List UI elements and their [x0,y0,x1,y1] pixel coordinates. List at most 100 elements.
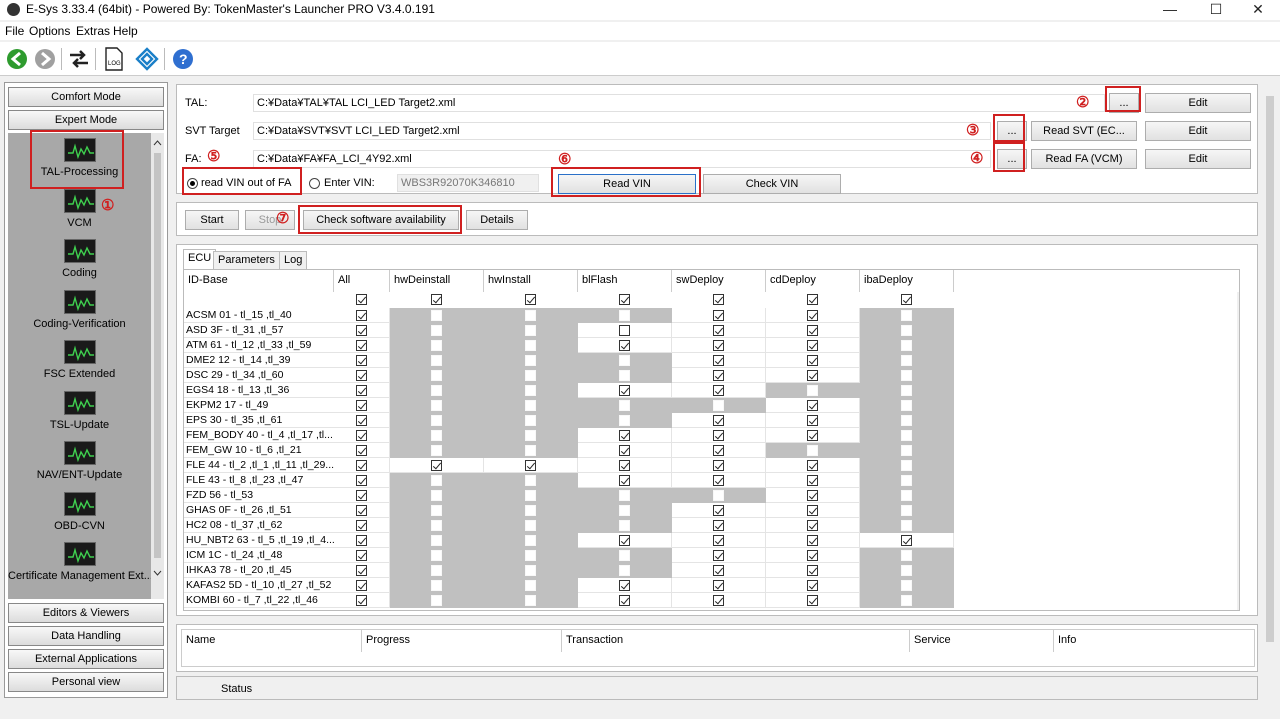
row-checkbox[interactable] [431,550,442,561]
row-checkbox[interactable] [356,325,367,336]
column-header[interactable]: hwInstall [484,270,578,292]
row-checkbox[interactable] [901,520,912,531]
row-checkbox[interactable] [901,385,912,396]
row-checkbox[interactable] [807,505,818,516]
row-checkbox[interactable] [619,475,630,486]
row-checkbox[interactable] [807,550,818,561]
fa-browse-button[interactable]: ... [997,149,1027,169]
table-row[interactable]: FLE 43 - tl_8 ,tl_23 ,tl_47 [184,473,954,488]
row-checkbox[interactable] [713,550,724,561]
row-checkbox[interactable] [713,505,724,516]
row-checkbox[interactable] [713,535,724,546]
table-row[interactable]: GHAS 0F - tl_26 ,tl_51 [184,503,954,518]
row-checkbox[interactable] [356,355,367,366]
minimize-button[interactable]: — [1150,0,1190,20]
row-checkbox[interactable] [525,400,536,411]
row-checkbox[interactable] [356,475,367,486]
row-checkbox[interactable] [525,475,536,486]
table-row[interactable]: IHKA3 78 - tl_20 ,tl_45 [184,563,954,578]
module-item[interactable]: FSC Extended [8,337,151,387]
tal-path-field[interactable]: C:¥Data¥TAL¥TAL LCI_LED Target2.xml [253,94,1105,112]
module-item[interactable]: NAV/ENT-Update [8,438,151,488]
row-checkbox[interactable] [431,385,442,396]
row-checkbox[interactable] [713,310,724,321]
row-checkbox[interactable] [525,415,536,426]
row-checkbox[interactable] [619,445,630,456]
table-row[interactable]: DSC 29 - tl_34 ,tl_60 [184,368,954,383]
row-checkbox[interactable] [901,535,912,546]
fa-edit-button[interactable]: Edit [1145,149,1251,169]
row-checkbox[interactable] [807,310,818,321]
column-header[interactable]: hwDeinstall [390,270,484,292]
row-checkbox[interactable] [525,340,536,351]
row-checkbox[interactable] [901,430,912,441]
row-checkbox[interactable] [525,460,536,471]
row-checkbox[interactable] [356,415,367,426]
row-checkbox[interactable] [356,430,367,441]
row-checkbox[interactable] [713,400,724,411]
row-checkbox[interactable] [619,310,630,321]
table-row[interactable]: ASD 3F - tl_31 ,tl_57 [184,323,954,338]
forward-arrow-icon[interactable] [32,46,58,72]
row-checkbox[interactable] [713,490,724,501]
log-file-icon[interactable]: LOG [101,46,127,72]
row-checkbox[interactable] [619,340,630,351]
row-checkbox[interactable] [713,430,724,441]
read-vin-from-fa-radio[interactable] [187,178,198,189]
row-checkbox[interactable] [807,595,818,606]
row-checkbox[interactable] [713,520,724,531]
row-checkbox[interactable] [431,475,442,486]
tal-edit-button[interactable]: Edit [1145,93,1251,113]
table-row[interactable]: EPS 30 - tl_35 ,tl_61 [184,413,954,428]
column-select-all-checkbox[interactable] [431,294,442,305]
row-checkbox[interactable] [356,580,367,591]
maximize-button[interactable]: ☐ [1196,0,1236,20]
row-checkbox[interactable] [901,565,912,576]
row-checkbox[interactable] [431,445,442,456]
row-checkbox[interactable] [525,385,536,396]
details-button[interactable]: Details [466,210,528,230]
row-checkbox[interactable] [807,580,818,591]
row-checkbox[interactable] [356,595,367,606]
row-checkbox[interactable] [807,475,818,486]
row-checkbox[interactable] [807,400,818,411]
row-checkbox[interactable] [356,505,367,516]
row-checkbox[interactable] [619,355,630,366]
row-checkbox[interactable] [713,580,724,591]
row-checkbox[interactable] [356,520,367,531]
row-checkbox[interactable] [431,370,442,381]
row-checkbox[interactable] [901,415,912,426]
row-checkbox[interactable] [713,595,724,606]
column-select-all-checkbox[interactable] [356,294,367,305]
row-checkbox[interactable] [431,430,442,441]
row-checkbox[interactable] [525,430,536,441]
row-checkbox[interactable] [431,460,442,471]
row-checkbox[interactable] [807,430,818,441]
row-checkbox[interactable] [901,580,912,591]
row-checkbox[interactable] [901,490,912,501]
menu-extras[interactable]: Extras [76,24,110,38]
row-checkbox[interactable] [901,340,912,351]
read-vin-button[interactable]: Read VIN [558,174,696,194]
row-checkbox[interactable] [901,355,912,366]
row-checkbox[interactable] [619,400,630,411]
row-checkbox[interactable] [619,580,630,591]
row-checkbox[interactable] [901,400,912,411]
row-checkbox[interactable] [807,370,818,381]
table-row[interactable]: FEM_BODY 40 - tl_4 ,tl_17 ,tl... [184,428,954,443]
row-checkbox[interactable] [713,565,724,576]
expert-mode-button[interactable]: Expert Mode [8,110,164,130]
row-checkbox[interactable] [901,445,912,456]
row-checkbox[interactable] [807,415,818,426]
row-checkbox[interactable] [525,580,536,591]
row-checkbox[interactable] [807,490,818,501]
table-row[interactable]: KOMBI 60 - tl_7 ,tl_22 ,tl_46 [184,593,954,608]
row-checkbox[interactable] [431,520,442,531]
table-row[interactable]: FEM_GW 10 - tl_6 ,tl_21 [184,443,954,458]
row-checkbox[interactable] [619,595,630,606]
row-checkbox[interactable] [525,370,536,381]
row-checkbox[interactable] [431,595,442,606]
row-checkbox[interactable] [356,445,367,456]
row-checkbox[interactable] [431,535,442,546]
row-checkbox[interactable] [525,325,536,336]
